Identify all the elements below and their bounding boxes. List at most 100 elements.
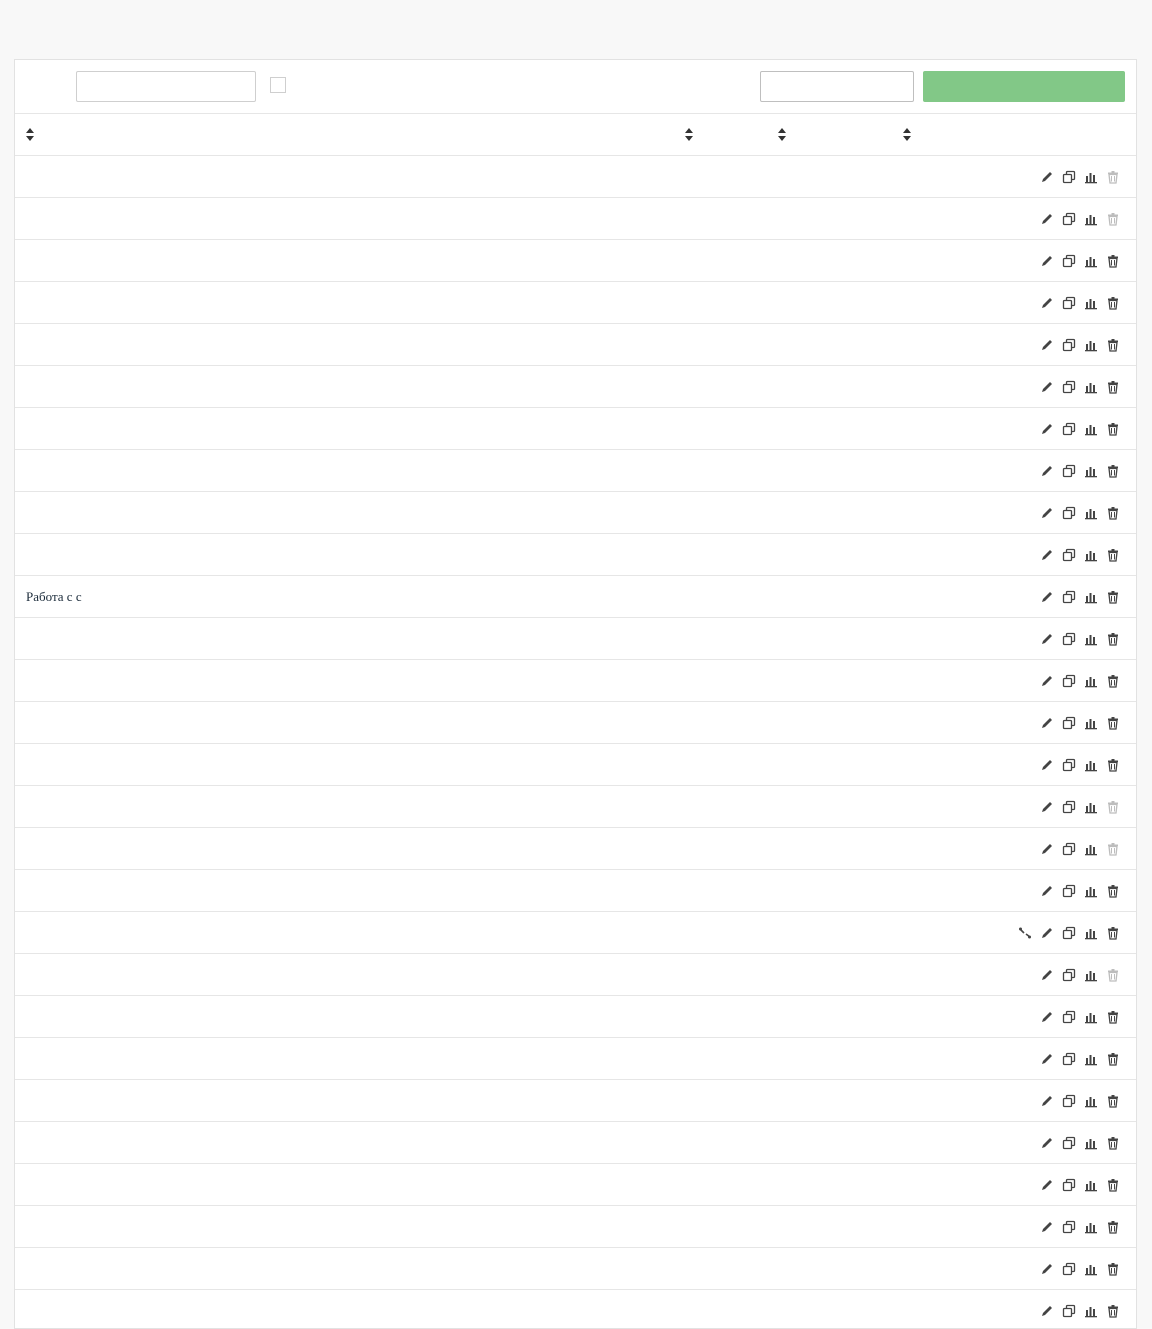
bar-chart-icon[interactable] (1084, 716, 1098, 730)
pencil-icon[interactable] (1040, 170, 1054, 184)
pencil-icon[interactable] (1040, 1178, 1054, 1192)
bar-chart-icon[interactable] (1084, 254, 1098, 268)
bar-chart-icon[interactable] (1084, 800, 1098, 814)
trash-icon[interactable] (1106, 926, 1120, 940)
table-row[interactable] (15, 282, 1137, 324)
sort-icon[interactable] (903, 128, 911, 141)
sort-icon[interactable] (26, 128, 34, 141)
pencil-icon[interactable] (1040, 884, 1054, 898)
trash-icon[interactable] (1106, 1178, 1120, 1192)
bar-chart-icon[interactable] (1084, 590, 1098, 604)
pencil-icon[interactable] (1040, 1136, 1054, 1150)
trash-icon[interactable] (1106, 716, 1120, 730)
table-row[interactable] (15, 492, 1137, 534)
copy-icon[interactable] (1062, 1220, 1076, 1234)
trash-icon[interactable] (1106, 1094, 1120, 1108)
trash-icon[interactable] (1106, 1010, 1120, 1024)
copy-icon[interactable] (1062, 464, 1076, 478)
copy-icon[interactable] (1062, 380, 1076, 394)
bar-chart-icon[interactable] (1084, 212, 1098, 226)
table-row[interactable] (15, 1248, 1137, 1290)
copy-icon[interactable] (1062, 1304, 1076, 1318)
bar-chart-icon[interactable] (1084, 170, 1098, 184)
copy-icon[interactable] (1062, 548, 1076, 562)
pencil-icon[interactable] (1040, 1010, 1054, 1024)
bar-chart-icon[interactable] (1084, 422, 1098, 436)
pencil-icon[interactable] (1040, 338, 1054, 352)
bar-chart-icon[interactable] (1084, 464, 1098, 478)
pencil-icon[interactable] (1040, 632, 1054, 646)
trash-icon[interactable] (1106, 296, 1120, 310)
search-input[interactable] (76, 71, 256, 102)
bar-chart-icon[interactable] (1084, 506, 1098, 520)
table-row[interactable] (15, 996, 1137, 1038)
trash-icon[interactable] (1106, 1220, 1120, 1234)
trash-icon[interactable] (1106, 632, 1120, 646)
copy-icon[interactable] (1062, 800, 1076, 814)
pencil-icon[interactable] (1040, 254, 1054, 268)
trash-icon[interactable] (1106, 254, 1120, 268)
trash-icon[interactable] (1106, 590, 1120, 604)
trash-icon[interactable] (1106, 1052, 1120, 1066)
bar-chart-icon[interactable] (1084, 1136, 1098, 1150)
pencil-icon[interactable] (1040, 1262, 1054, 1276)
table-row[interactable] (15, 198, 1137, 240)
table-row[interactable] (15, 870, 1137, 912)
table-row[interactable] (15, 1290, 1137, 1329)
copy-icon[interactable] (1062, 842, 1076, 856)
copy-icon[interactable] (1062, 716, 1076, 730)
copy-icon[interactable] (1062, 590, 1076, 604)
filter-checkbox[interactable] (270, 77, 286, 93)
pencil-icon[interactable] (1040, 674, 1054, 688)
table-row[interactable]: Работа с с (15, 576, 1137, 618)
filter-checkbox-toggle[interactable] (270, 77, 291, 93)
trash-icon[interactable] (1106, 380, 1120, 394)
copy-icon[interactable] (1062, 1010, 1076, 1024)
copy-icon[interactable] (1062, 422, 1076, 436)
pencil-icon[interactable] (1040, 716, 1054, 730)
link-icon[interactable] (1018, 926, 1032, 940)
copy-icon[interactable] (1062, 338, 1076, 352)
copy-icon[interactable] (1062, 506, 1076, 520)
pencil-icon[interactable] (1040, 758, 1054, 772)
pencil-icon[interactable] (1040, 1094, 1054, 1108)
copy-icon[interactable] (1062, 1094, 1076, 1108)
bar-chart-icon[interactable] (1084, 1178, 1098, 1192)
table-row[interactable] (15, 912, 1137, 954)
bar-chart-icon[interactable] (1084, 1262, 1098, 1276)
pencil-icon[interactable] (1040, 842, 1054, 856)
pencil-icon[interactable] (1040, 800, 1054, 814)
table-row[interactable] (15, 828, 1137, 870)
pencil-icon[interactable] (1040, 548, 1054, 562)
bar-chart-icon[interactable] (1084, 1052, 1098, 1066)
column-header-c[interactable] (903, 114, 1008, 156)
pencil-icon[interactable] (1040, 1304, 1054, 1318)
copy-icon[interactable] (1062, 968, 1076, 982)
table-row[interactable] (15, 534, 1137, 576)
trash-icon[interactable] (1106, 338, 1120, 352)
table-row[interactable] (15, 744, 1137, 786)
pencil-icon[interactable] (1040, 380, 1054, 394)
bar-chart-icon[interactable] (1084, 674, 1098, 688)
trash-icon[interactable] (1106, 422, 1120, 436)
table-row[interactable] (15, 618, 1137, 660)
pencil-icon[interactable] (1040, 590, 1054, 604)
table-row[interactable] (15, 1206, 1137, 1248)
bar-chart-icon[interactable] (1084, 842, 1098, 856)
copy-icon[interactable] (1062, 1262, 1076, 1276)
table-row[interactable] (15, 786, 1137, 828)
pencil-icon[interactable] (1040, 968, 1054, 982)
create-button[interactable] (923, 71, 1125, 102)
column-header-a[interactable] (685, 114, 778, 156)
table-row[interactable] (15, 1038, 1137, 1080)
table-row[interactable] (15, 660, 1137, 702)
pencil-icon[interactable] (1040, 464, 1054, 478)
pencil-icon[interactable] (1040, 1220, 1054, 1234)
table-row[interactable] (15, 156, 1137, 198)
column-header-b[interactable] (778, 114, 903, 156)
bar-chart-icon[interactable] (1084, 296, 1098, 310)
table-row[interactable] (15, 324, 1137, 366)
bar-chart-icon[interactable] (1084, 338, 1098, 352)
table-row[interactable] (15, 1080, 1137, 1122)
bar-chart-icon[interactable] (1084, 548, 1098, 562)
